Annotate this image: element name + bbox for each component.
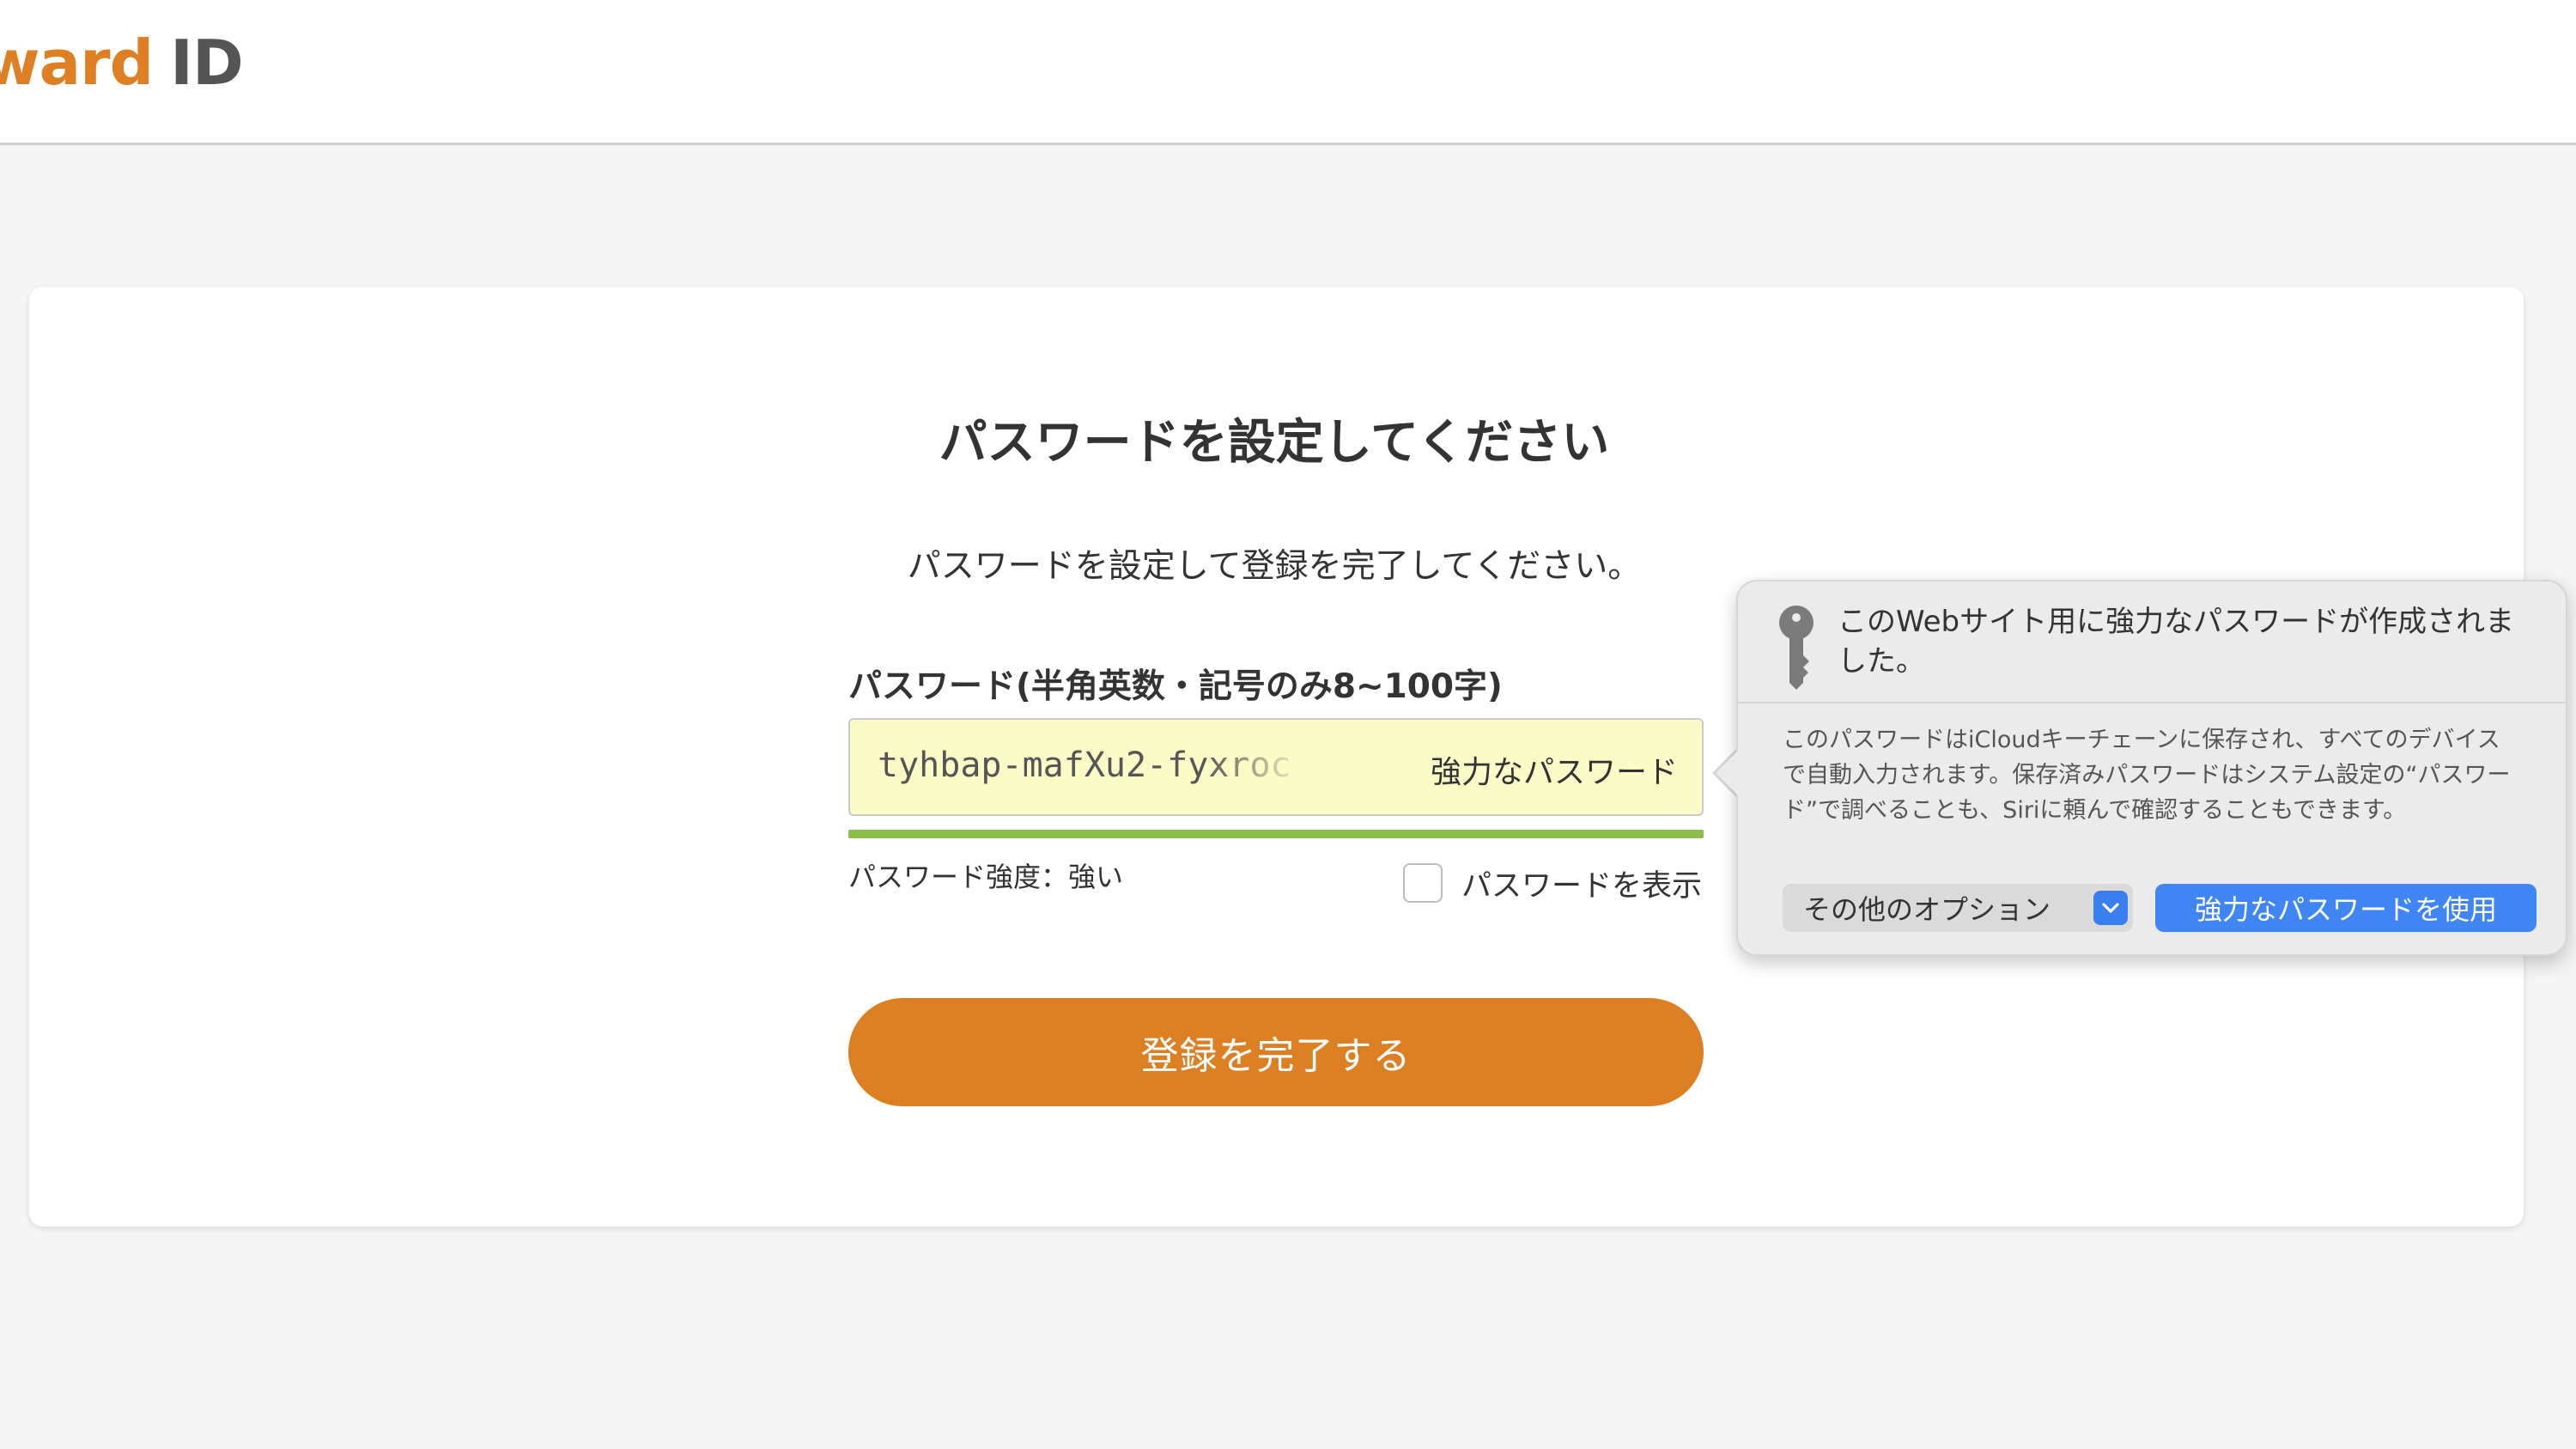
popover-arrow-fill	[1716, 749, 1740, 797]
password-field-label: パスワード(半角英数・記号のみ8~100字)	[848, 667, 1503, 706]
password-strength-bar	[848, 830, 1704, 838]
password-input[interactable]: tyhbap-mafXu2-fyxroc 強力なパスワード	[848, 718, 1704, 816]
chevron-down-icon[interactable]	[2093, 891, 2128, 925]
popover-title: このWebサイト用に強力なパスワードが作成されました。	[1838, 605, 2515, 679]
popover-divider	[1738, 702, 2566, 703]
other-options-dropdown[interactable]: その他のオプション	[1783, 884, 2133, 932]
show-password-checkbox[interactable]	[1403, 863, 1443, 903]
password-value: tyhbap-mafXu2-fyxroc	[878, 746, 1291, 785]
use-strong-password-button[interactable]: 強力なパスワードを使用	[2155, 884, 2537, 932]
show-password-toggle[interactable]: パスワードを表示	[1403, 859, 1702, 907]
logo-id: ID	[170, 27, 244, 99]
show-password-label[interactable]: パスワードを表示	[1461, 861, 1702, 905]
password-strength-fill	[848, 830, 1704, 838]
key-icon	[1779, 606, 1814, 690]
site-header: ward ID	[0, 0, 2576, 145]
site-logo[interactable]: ward ID	[0, 24, 244, 101]
logo-word: ward	[0, 27, 154, 99]
strong-password-popover: このWebサイト用に強力なパスワードが作成されました。 このパスワードはiClo…	[1736, 580, 2567, 956]
page-subtitle: パスワードを設定して登録を完了してください。	[907, 547, 1642, 586]
strong-password-tag: 強力なパスワード	[1430, 755, 1678, 790]
page-title: パスワードを設定してください	[939, 415, 1610, 471]
popover-description: このパスワードはiCloudキーチェーンに保存され、すべてのデバイスで自動入力さ…	[1783, 727, 2511, 824]
complete-registration-button[interactable]: 登録を完了する	[848, 998, 1704, 1106]
other-options-label: その他のオプション	[1803, 893, 2051, 926]
password-strength-text: パスワード強度：強い	[848, 861, 1124, 893]
